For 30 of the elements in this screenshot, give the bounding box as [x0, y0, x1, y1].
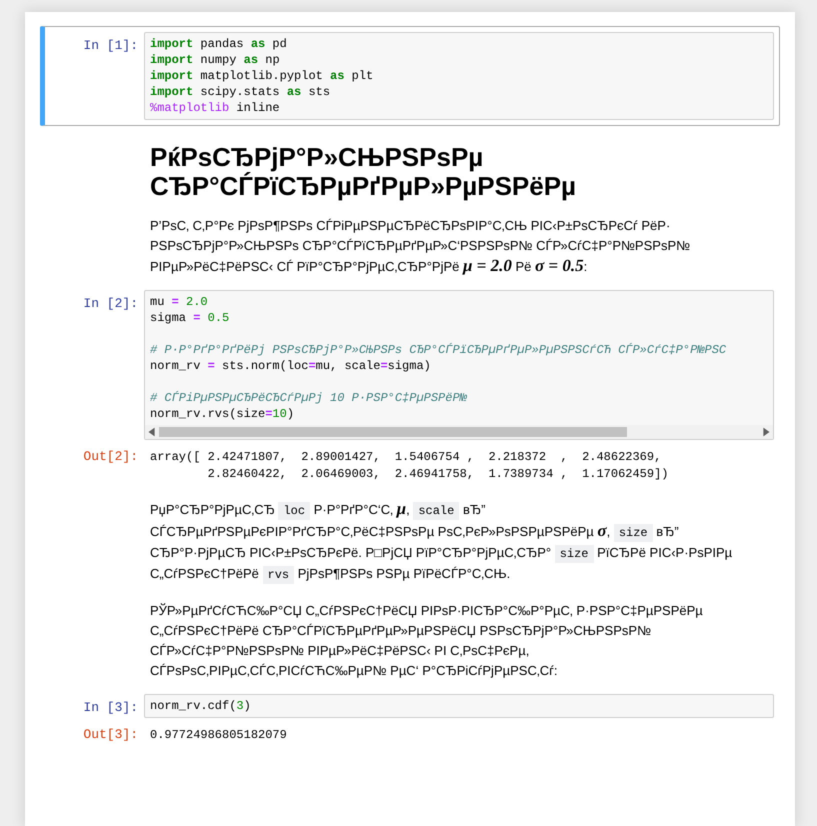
output-prompt: Out[3]:: [82, 726, 139, 744]
code-line: %matplotlib inline: [150, 100, 281, 116]
section-heading: РќРѕСЂРјР°Р»СЊРЅРѕРµ СЂР°СЃРїСЂРµРґРµР»РµРЅРёРµ: [149, 143, 578, 200]
output-line: array([ 2.42471807, 2.89001427, 1.5406754 , 2.218372 , 2.48622369,: [150, 449, 662, 466]
paragraph: Р’РѕС‚ С‚Р°Рє РјРѕР¶РЅРѕ СЃРіРµРЅРµСЂРёСЂРѕРІР°С‚СЊ РІС‹Р±РѕСЂРєСѓ РёР· РЅРѕСЂРјР°Р»СЊРЅРѕ СЂР°СЃРїСЂРµРґРµР»С‘РЅРЅРѕР№ СЃР»СѓС‡Р°Р№РЅРѕР№ РІРµР»РёС‡РёРЅС‹ СЃ РїР°СЂР°РјРµС‚СЂР°РјРё μ = 2.0 Рё σ = 0.5:: [149, 217, 692, 278]
code-line: sigma = 0.5: [150, 310, 230, 326]
code-cell[interactable]: In [1]: import pandas as pd import numpy as np import matplotlib.pyplot as plt import scipy.stats as sts %matplotlib inline: [40, 26, 780, 126]
code-line: norm_rv.cdf(3): [150, 698, 252, 714]
code-line: norm_rv.rvs(size=10): [150, 406, 296, 422]
output-line: 0.97724986805182079: [150, 727, 287, 744]
paragraph: РџР°СЂР°РјРµС‚СЂ loc Р·Р°РґР°С‘С‚ μ, scale вЂ” СЃСЂРµРґРЅРµРєРІР°РґСЂР°С‚РёС‡РЅРѕРµ РѕС‚РєР»РѕРЅРµРЅРёРµ σ, size вЂ” СЂР°Р·РјРµСЂ РІС‹Р±РѕСЂРєРё. Р□РјСЏ РїР°СЂР°РјРµС‚СЂР° size РїСЂРё РІС‹Р·РѕРІРµ С„СѓРЅРєС†РёРё rvs РјРѕР¶РЅРѕ РЅРµ РїРёСЃР°С‚СЊ.: [149, 499, 734, 586]
code-cell[interactable]: In [3]: norm_rv.cdf(3): [40, 688, 780, 724]
input-prompt: In [3]:: [82, 699, 139, 718]
code-line: # Р·Р°РґР°РґРёРј РЅРѕСЂРјР°Р»СЊРЅРѕ СЂР°СЃРїСЂРµРґРµР»РµРЅРЅСѓСЋ СЃР»СѓС‡Р°Р№РЅС: [150, 342, 728, 358]
output-prompt: Out[2]:: [82, 448, 139, 466]
code-line: import matplotlib.pyplot as plt: [150, 68, 374, 84]
code-editor[interactable]: import pandas as pd import numpy as np import matplotlib.pyplot as plt import scipy.stats as sts %matplotlib inline: [144, 32, 774, 120]
input-prompt: In [2]:: [82, 295, 139, 314]
input-prompt: In [1]:: [82, 37, 139, 55]
code-line: import numpy as np: [150, 52, 281, 68]
paragraph: РЎР»РµРґСѓСЋС‰Р°СЏ С„СѓРЅРєС†РёСЏ РІРѕР·РІСЂР°С‰Р°РµС‚ Р·РЅР°С‡РµРЅРёРµ С„СѓРЅРєС†РёРё СЂР°СЃРїСЂРµРґРµР»РµРЅРёСЏ РЅРѕСЂРјР°Р»СЊРЅРѕР№ СЃР»СѓС‡Р°Р№РЅРѕР№ РІРµР»РёС‡РёРЅС‹ РІ С‚РѕС‡РєРµ, СЃРѕРѕС‚РІРµС‚СЃС‚РІСѓСЋС‰РµР№ РµС‘ Р°СЂРіСѓРјРµРЅС‚Сѓ:: [149, 602, 704, 680]
code-editor[interactable]: norm_rv.cdf(3): [144, 694, 774, 718]
code-editor[interactable]: [144, 290, 774, 440]
code-line: mu = 2.0: [150, 294, 209, 310]
code-line: import pandas as pd: [150, 36, 288, 52]
scrollbar-thumb[interactable]: [159, 427, 627, 438]
code-line: import scipy.stats as sts: [150, 84, 332, 100]
code-line: # СЃРіРµРЅРµСЂРёСЂСѓРµРј 10 Р·РЅР°С‡РµРЅРёР№: [150, 390, 468, 406]
output-line: 2.82460422, 2.06469003, 2.46941758, 1.7389734 , 1.17062459]): [206, 466, 668, 484]
code-line: norm_rv = sts.norm(loc=mu, scale=sigma): [150, 358, 432, 374]
